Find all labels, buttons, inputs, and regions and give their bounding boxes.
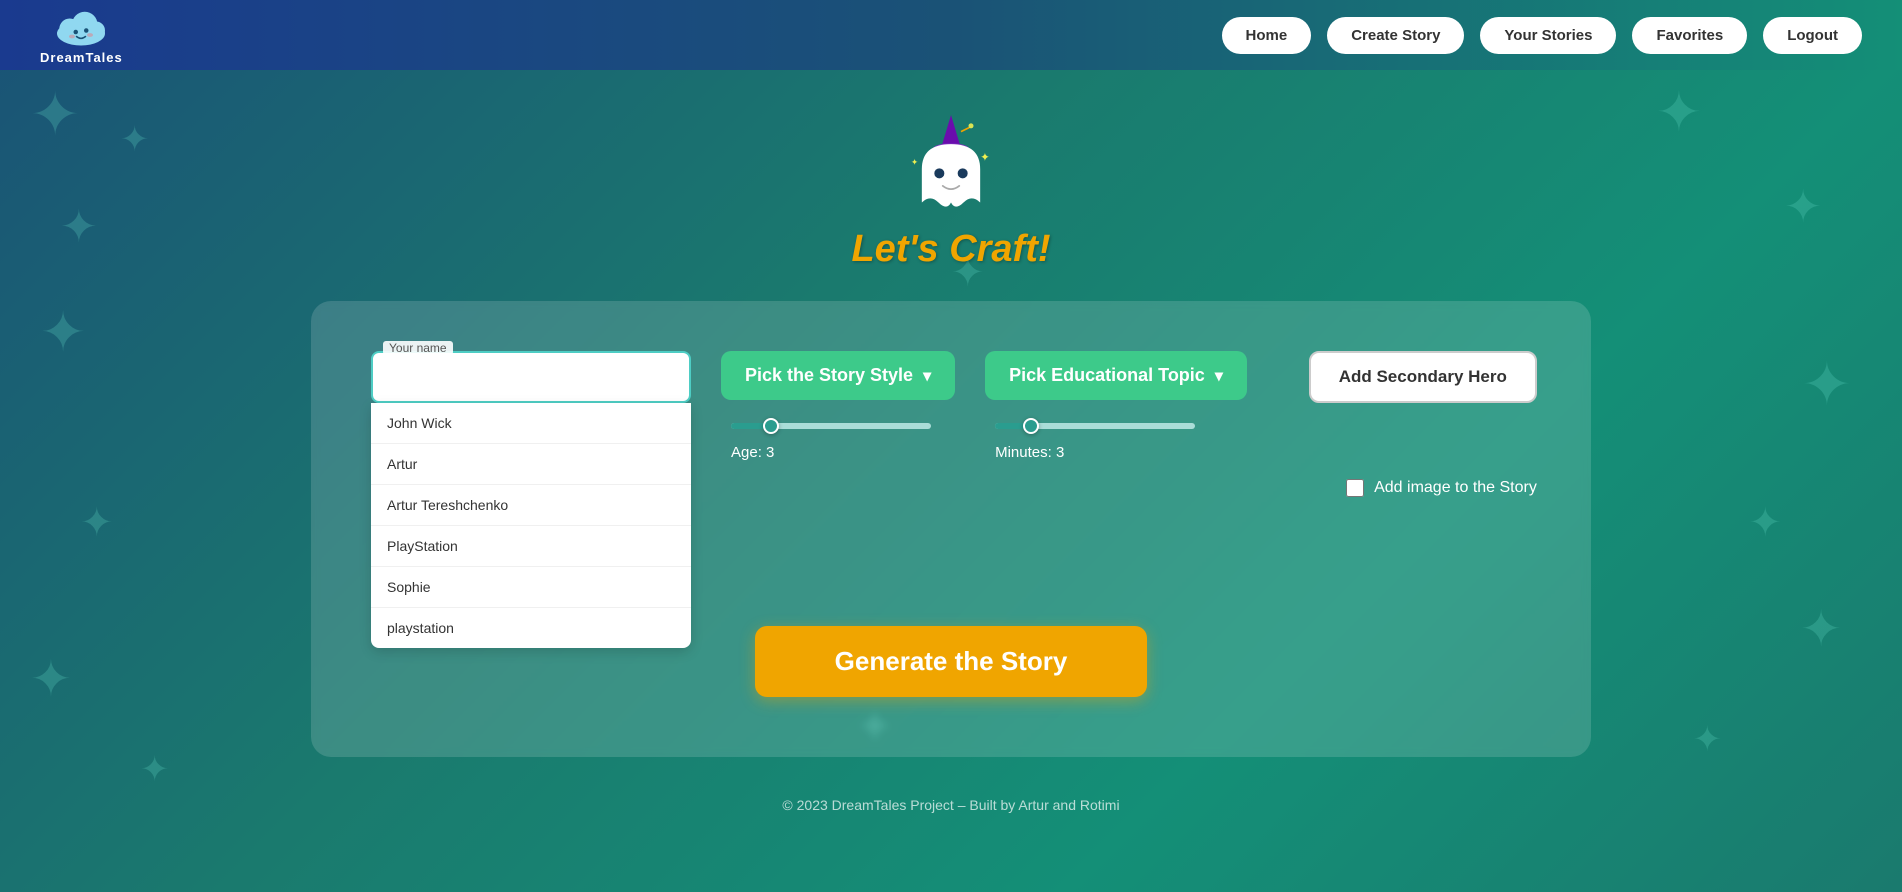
story-style-label: Pick the Story Style [745,365,913,386]
name-label: Your name [383,341,453,355]
home-button[interactable]: Home [1222,17,1312,54]
chevron-down-icon: ▾ [923,366,931,386]
ghost-mascot-icon: ✦ ✦ [901,110,1001,220]
logo-cloud-icon [51,5,111,50]
add-image-checkbox[interactable] [1346,479,1364,497]
your-stories-button[interactable]: Your Stories [1480,17,1616,54]
story-style-column: Pick the Story Style ▾ Age: 3 [721,351,955,461]
navbar: DreamTales Home Create Story Your Storie… [0,0,1902,70]
suggestion-item[interactable]: PlayStation [371,526,691,567]
logo: DreamTales [40,5,123,65]
logout-button[interactable]: Logout [1763,17,1862,54]
favorites-button[interactable]: Favorites [1632,17,1747,54]
topic-column: Pick Educational Topic ▾ Minutes: 3 [985,351,1247,461]
name-field-container: Your name John Wick Artur Artur Tereshch… [371,351,691,403]
suggestion-item[interactable]: playstation [371,608,691,648]
story-style-button[interactable]: Pick the Story Style ▾ [721,351,955,400]
add-secondary-hero-button[interactable]: Add Secondary Hero [1309,351,1537,403]
suggestions-dropdown: John Wick Artur Artur Tereshchenko PlayS… [371,403,691,648]
add-image-label: Add image to the Story [1346,479,1537,497]
footer-text: © 2023 DreamTales Project – Built by Art… [782,797,1119,813]
educational-topic-label: Pick Educational Topic [1009,365,1205,386]
age-slider-container: Age: 3 [721,416,955,461]
form-card: Your name John Wick Artur Artur Tereshch… [311,301,1591,757]
svg-text:✦: ✦ [980,151,990,164]
chevron-down-icon: ▾ [1215,366,1223,386]
suggestion-item[interactable]: Artur Tereshchenko [371,485,691,526]
footer: © 2023 DreamTales Project – Built by Art… [762,777,1139,833]
nav-buttons: Home Create Story Your Stories Favorites… [1222,17,1862,54]
suggestion-item[interactable]: John Wick [371,403,691,444]
page-title: Let's Craft! [851,228,1050,271]
minutes-slider-container: Minutes: 3 [985,416,1247,461]
age-label: Age: 3 [731,444,955,461]
secondary-hero-column: Add Secondary Hero Add image to the Stor… [1277,351,1537,497]
educational-topic-button[interactable]: Pick Educational Topic ▾ [985,351,1247,400]
age-slider-wrap [731,416,931,436]
svg-text:✦: ✦ [911,157,918,167]
main-content: ✦ ✦ Let's Craft! Your name John Wick Art… [0,70,1902,833]
name-field-column: Your name John Wick Artur Artur Tereshch… [371,351,691,403]
add-image-text: Add image to the Story [1374,479,1537,497]
minutes-label: Minutes: 3 [995,444,1247,461]
logo-text: DreamTales [40,50,123,65]
generate-story-button[interactable]: Generate the Story [755,626,1148,697]
mascot-area: ✦ ✦ Let's Craft! [851,110,1050,271]
create-story-button[interactable]: Create Story [1327,17,1464,54]
form-controls-row: Your name John Wick Artur Artur Tereshch… [371,351,1531,497]
name-input[interactable] [371,351,691,403]
minutes-slider-wrap [995,416,1195,436]
suggestion-item[interactable]: Artur [371,444,691,485]
suggestion-item[interactable]: Sophie [371,567,691,608]
